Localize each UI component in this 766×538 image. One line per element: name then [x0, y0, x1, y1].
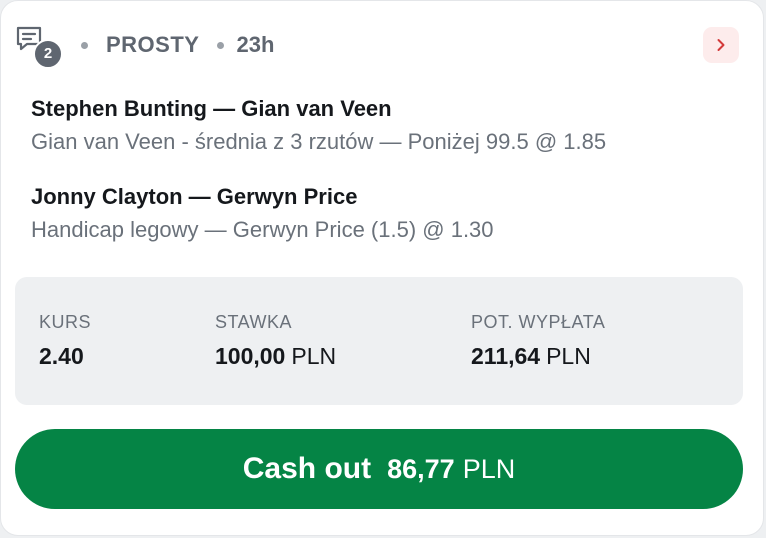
payout-currency: PLN: [546, 343, 591, 369]
payout-stat: POT. WYPŁATA 211,64 PLN: [471, 311, 605, 369]
bet-type: PROSTY: [106, 32, 200, 57]
selection-item: Stephen Bunting — Gian van Veen Gian van…: [31, 95, 606, 157]
match-name: Jonny Clayton — Gerwyn Price: [31, 184, 358, 209]
odds-value: 2.40: [39, 343, 84, 369]
ticket-chat-icon: 2: [15, 25, 63, 69]
stake-label: STAWKA: [215, 312, 293, 332]
selection-item: Jonny Clayton — Gerwyn Price Handicap le…: [31, 183, 494, 245]
separator-dot: [81, 41, 88, 49]
bet-summary: KURS 2.40 STAWKA 100,00 PLN POT. WYPŁATA …: [15, 277, 743, 405]
market-description: Handicap legowy — Gerwyn Price (1.5) @ 1…: [31, 217, 494, 242]
bet-time: 23h: [236, 32, 275, 57]
stake-value-row: 100,00 PLN: [215, 343, 336, 369]
stake-stat: STAWKA 100,00 PLN: [215, 311, 336, 369]
separator-dot: [217, 41, 225, 49]
match-name: Stephen Bunting — Gian van Veen: [31, 96, 392, 121]
chevron-right-icon: [717, 39, 725, 51]
bet-slip-card: 2 PROSTY 23h Stephen Bunting — Gian van …: [0, 0, 764, 536]
cash-out-button[interactable]: Cash out 86,77 PLN: [15, 429, 743, 509]
bet-details-button[interactable]: [703, 27, 739, 63]
odds-stat: KURS 2.40: [39, 311, 91, 369]
payout-value-row: 211,64 PLN: [471, 343, 605, 369]
bet-header: 2 PROSTY 23h: [15, 25, 739, 69]
cash-out-amount: 86,77: [387, 453, 455, 484]
selection-count-badge: 2: [33, 39, 63, 69]
stake-value: 100,00: [215, 343, 286, 369]
odds-label: KURS: [39, 312, 92, 332]
stake-currency: PLN: [291, 343, 337, 369]
bet-meta: PROSTY 23h: [81, 31, 274, 59]
cash-out-currency: PLN: [462, 453, 516, 484]
market-description: Gian van Veen - średnia z 3 rzutów — Pon…: [31, 129, 607, 154]
payout-label: POT. WYPŁATA: [471, 312, 606, 332]
payout-value: 211,64: [471, 343, 541, 369]
cash-out-label: Cash out: [242, 452, 372, 485]
